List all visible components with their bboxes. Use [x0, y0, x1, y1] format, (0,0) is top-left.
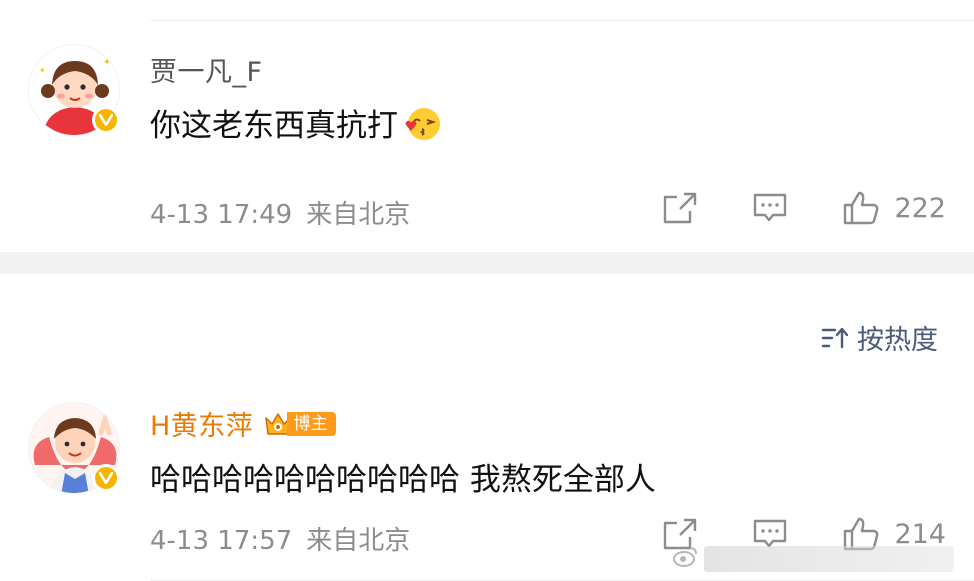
- thumbs-up-icon: [844, 191, 879, 225]
- comment-meta: 4-13 17:49 来自北京: [150, 194, 410, 231]
- section-separator: [0, 252, 974, 274]
- watermark-text-blurred: [704, 546, 954, 572]
- blogger-badge[interactable]: 博主: [263, 410, 337, 438]
- reply-icon[interactable]: [752, 191, 788, 225]
- sort-icon: [821, 327, 849, 348]
- comment-meta: 4-13 17:57 来自北京: [150, 520, 410, 557]
- share-icon[interactable]: [662, 191, 698, 225]
- like-count: 222: [894, 192, 946, 224]
- comment-text-content: 你这老东西真抗打: [150, 108, 398, 144]
- sort-label: 按热度: [857, 325, 938, 356]
- svg-text:✦: ✦: [103, 57, 111, 68]
- comment-actions: 222: [662, 190, 946, 226]
- watermark: [672, 545, 954, 573]
- verified-badge-icon: [92, 464, 120, 492]
- avatar[interactable]: [28, 402, 120, 494]
- svg-text:✦: ✦: [39, 66, 46, 75]
- comment-location: 来自北京: [306, 200, 411, 230]
- sort-toggle[interactable]: 按热度: [821, 318, 938, 357]
- weibo-logo-icon: [672, 545, 698, 573]
- comment-username[interactable]: 贾一凡_F: [150, 50, 263, 89]
- verified-badge-icon: [92, 106, 120, 134]
- comment-username[interactable]: H黄东萍: [150, 404, 253, 443]
- comment-time: 4-13 17:57: [150, 526, 293, 556]
- avatar[interactable]: ✦ ✦: [28, 44, 120, 136]
- comment-text: 你这老东西真抗打: [150, 100, 442, 145]
- comment-time: 4-13 17:49: [150, 200, 293, 230]
- comment-location: 来自北京: [306, 526, 411, 556]
- like-button[interactable]: 222: [842, 190, 946, 226]
- comment-text: 哈哈哈哈哈哈哈哈哈哈 我熬死全部人: [150, 462, 656, 498]
- comment-item: ✦ ✦ 贾一凡_F 你这老东西真抗打 4-13 17:49 来自北京 222: [0, 40, 974, 252]
- comment-username-row: H黄东萍 博主: [150, 404, 337, 443]
- blogger-badge-label: 博主: [287, 411, 337, 436]
- kiss-emoji-icon: [402, 103, 442, 143]
- top-divider: [150, 20, 974, 21]
